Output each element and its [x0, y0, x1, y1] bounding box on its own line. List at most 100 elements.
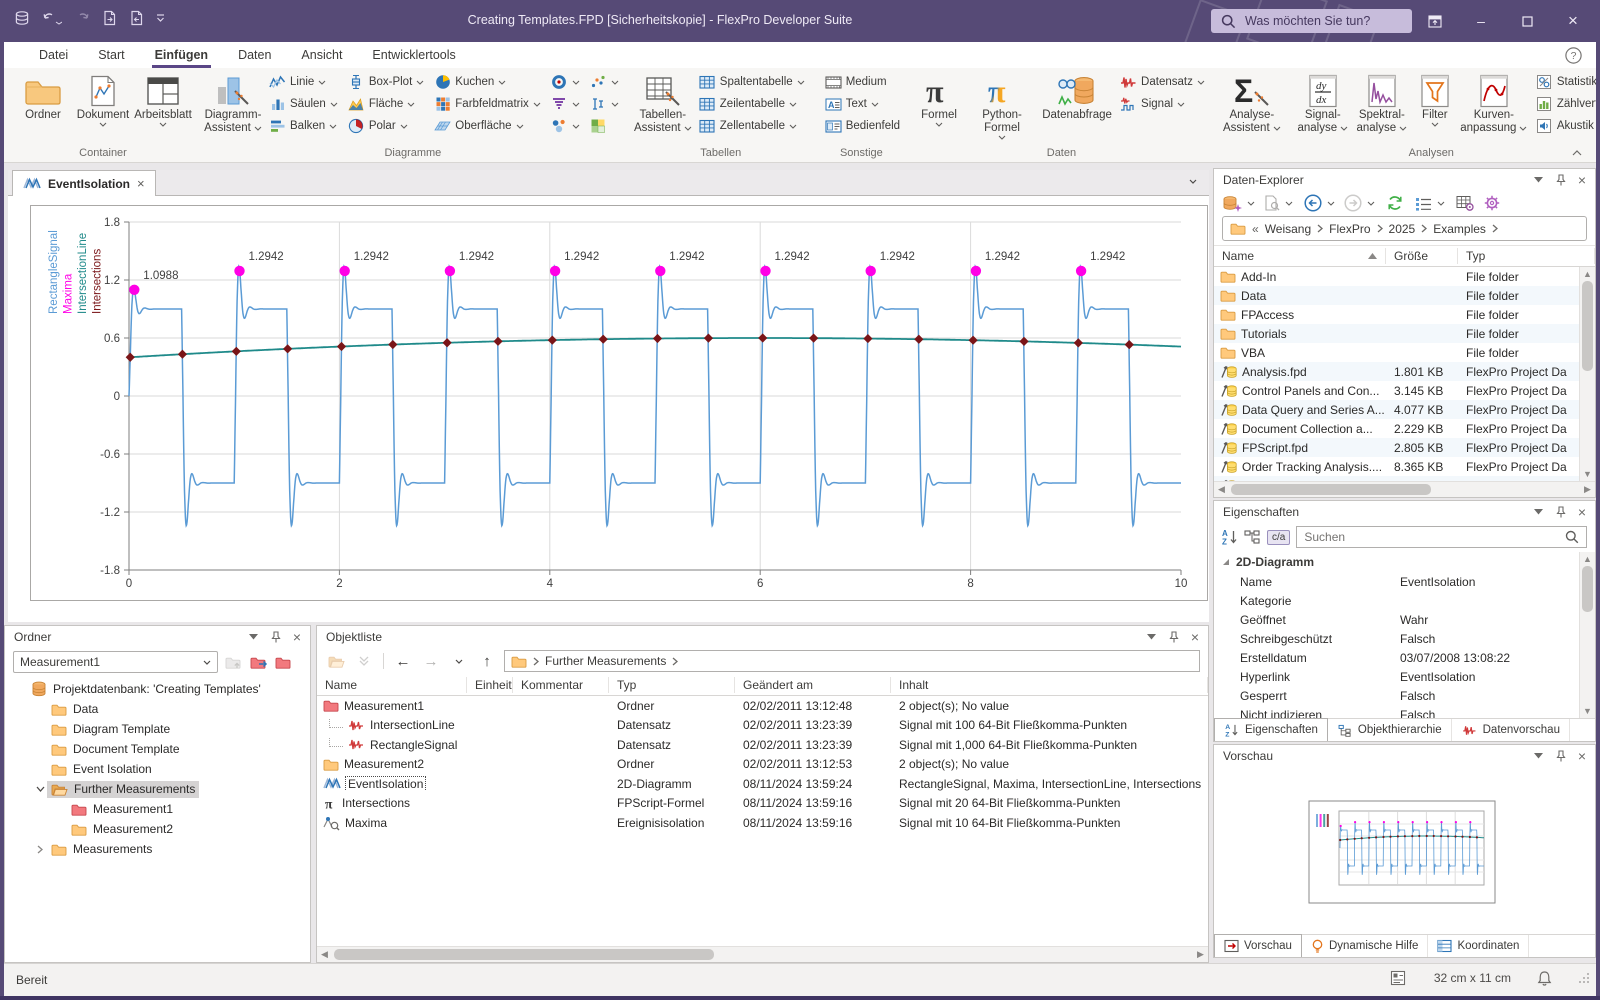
forward-icon[interactable] [1344, 194, 1362, 212]
history-caret-icon[interactable] [448, 651, 470, 671]
analyse-assistent-button[interactable]: Σ Analyse- Assistent [1219, 71, 1285, 136]
tree-item-further-measurements[interactable]: Further Measurements [5, 779, 310, 799]
expander-icon[interactable] [33, 786, 47, 792]
customize-qat-icon[interactable] [156, 14, 165, 22]
statistik-button[interactable]: Statistik [1532, 71, 1600, 93]
explorer-breadcrumb[interactable]: « WeisangFlexPro2025Examples [1222, 216, 1587, 241]
map-chart-button[interactable] [586, 115, 623, 137]
column-header[interactable]: Name [317, 677, 467, 693]
page-setup-icon[interactable] [1390, 970, 1408, 986]
zeilentabelle-button[interactable]: Zeilentabelle [695, 93, 809, 115]
tree-item-measurements[interactable]: Measurements [5, 839, 310, 859]
property-group[interactable]: 2D-Diagramm [1214, 552, 1595, 572]
pin-icon[interactable] [1168, 631, 1179, 643]
notifications-bell-icon[interactable] [1537, 970, 1552, 986]
minimize-button[interactable]: – [1458, 0, 1504, 42]
bubble-chart-button[interactable] [547, 115, 584, 137]
ribbon-display-options-icon[interactable] [1412, 0, 1458, 42]
menu-start[interactable]: Start [83, 42, 139, 68]
property-row[interactable]: Erstelldatum03/07/2008 13:08:22 [1214, 648, 1595, 667]
objektliste-row-intersections[interactable]: πIntersectionsFPScript-Formel08/11/2024 … [317, 794, 1208, 814]
copy-page-icon[interactable] [129, 10, 144, 26]
polar-button[interactable]: Polar [344, 115, 428, 137]
vertical-scrollbar[interactable]: ▲▼ [1579, 552, 1595, 718]
menu-entwicklertools[interactable]: Entwicklertools [357, 42, 470, 68]
collapse-ribbon-icon[interactable] [1572, 150, 1582, 156]
tree-item-measurement1[interactable]: Measurement1 [5, 799, 310, 819]
signal-button[interactable]: Signal [1116, 93, 1209, 115]
explorer-row[interactable]: Analysis.fpd1.801 KBFlexPro Project Da [1214, 362, 1595, 381]
spektralanalyse-button[interactable]: Spektral- analyse [1352, 71, 1412, 136]
objektliste-row-intersectionline[interactable]: IntersectionLineDatensatz02/02/2011 13:2… [317, 716, 1208, 736]
tornado-chart-button[interactable] [547, 93, 584, 115]
view-list-icon[interactable] [1415, 196, 1432, 211]
sort-az-icon[interactable]: AZ [1222, 529, 1238, 545]
file-preview-icon[interactable] [1264, 195, 1280, 211]
breadcrumb-item[interactable]: Weisang [1265, 222, 1311, 236]
diagramm-assistent-button[interactable]: Diagramm- Assistent [203, 71, 263, 136]
text-button[interactable]: AText [821, 93, 904, 115]
formel-button[interactable]: π Formel [914, 71, 964, 128]
column-header[interactable]: Inhalt [891, 677, 1208, 693]
column-header[interactable]: Geändert am [735, 677, 891, 693]
maximize-button[interactable] [1504, 0, 1550, 42]
menu-ansicht[interactable]: Ansicht [286, 42, 357, 68]
zaehlverfahren-button[interactable]: Zählverfahren [1532, 93, 1600, 115]
python-formel-button[interactable]: π Python-Formel [964, 71, 1040, 141]
data-grid-icon[interactable] [1456, 195, 1474, 211]
properties-search-input[interactable]: Suchen [1296, 526, 1587, 548]
tab-datenvorschau[interactable]: Datenvorschau [1452, 719, 1570, 741]
help-icon[interactable]: ? [1565, 47, 1582, 64]
tab-koordinaten[interactable]: Koordinaten [1428, 935, 1529, 957]
refresh-icon[interactable] [1386, 194, 1404, 212]
panel-menu-caret-icon[interactable] [1534, 753, 1543, 759]
pin-icon[interactable] [1555, 750, 1566, 762]
chart-thumbnail[interactable] [1306, 799, 1501, 909]
explorer-row[interactable]: FPScript.fpd2.805 KBFlexPro Project Da [1214, 438, 1595, 457]
tab-list-caret-icon[interactable] [1189, 179, 1197, 184]
back-icon[interactable]: ← [392, 651, 414, 671]
property-row[interactable]: Kategorie [1214, 591, 1595, 610]
explorer-row[interactable]: VBAFile folder [1214, 343, 1595, 362]
breadcrumb-item[interactable]: 2025 [1389, 222, 1416, 236]
close-panel-icon[interactable]: × [293, 630, 301, 644]
close-panel-icon[interactable]: × [1578, 173, 1586, 187]
close-panel-icon[interactable]: × [1578, 749, 1586, 763]
tree-item-document-template[interactable]: Document Template [5, 739, 310, 759]
explorer-row[interactable] [1214, 476, 1595, 481]
panel-menu-caret-icon[interactable] [1534, 509, 1543, 515]
horizontal-scrollbar[interactable]: ◀▶ [317, 946, 1208, 962]
back-icon[interactable] [1304, 194, 1322, 212]
settings-gear-icon[interactable] [1483, 194, 1501, 212]
linie-button[interactable]: Linie [265, 71, 342, 93]
datenabfrage-button[interactable]: Datenabfrage [1040, 71, 1114, 123]
bedienfeld-button[interactable]: Bedienfeld [821, 115, 904, 137]
farbfeldmatrix-button[interactable]: Farbfeldmatrix [430, 93, 545, 115]
breadcrumb-item[interactable]: Further Measurements [545, 654, 666, 668]
forward-icon[interactable]: → [420, 651, 442, 671]
undo-icon[interactable] [42, 11, 62, 25]
property-row[interactable]: SchreibgeschütztFalsch [1214, 629, 1595, 648]
categorize-icon[interactable] [1244, 529, 1261, 545]
save-project-icon[interactable] [14, 10, 30, 26]
paste-page-icon[interactable] [102, 10, 117, 26]
tab-vorschau[interactable]: Vorschau [1214, 934, 1302, 957]
boxplot-button[interactable]: Box-Plot [344, 71, 428, 93]
kurvenanpassung-button[interactable]: Kurven- anpassung [1458, 71, 1530, 136]
explorer-row[interactable]: Add-InFile folder [1214, 267, 1595, 286]
flaeche-button[interactable]: Fläche [344, 93, 428, 115]
property-row[interactable]: Nicht indizierenFalsch [1214, 705, 1595, 718]
close-button[interactable]: × [1550, 0, 1596, 42]
tree-item-data[interactable]: Data [5, 699, 310, 719]
breadcrumb-item[interactable]: FlexPro [1329, 222, 1370, 236]
zellentabelle-button[interactable]: Zellentabelle [695, 115, 809, 137]
new-folder-icon[interactable] [275, 655, 291, 670]
horizontal-scrollbar[interactable]: ◀▶ [1214, 481, 1595, 497]
expand-all-icon[interactable] [353, 651, 375, 671]
expander-icon[interactable] [33, 845, 47, 854]
tree-item-diagram-template[interactable]: Diagram Template [5, 719, 310, 739]
column-header[interactable]: Kommentar [513, 677, 609, 693]
goto-folder-icon[interactable]: "> [250, 655, 268, 670]
arbeitsblatt-button[interactable]: Arbeitsblatt [133, 71, 193, 128]
scatter-chart-button[interactable] [586, 71, 623, 93]
